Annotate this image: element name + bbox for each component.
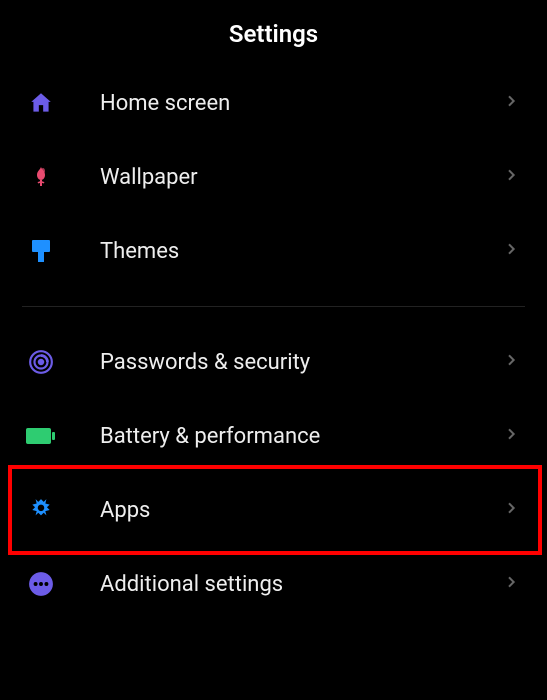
chevron-right-icon [503, 574, 519, 594]
settings-item-passwords-security[interactable]: Passwords & security [0, 325, 547, 399]
settings-list: Home screen Wallpaper [0, 66, 547, 621]
settings-item-additional-settings[interactable]: Additional settings [0, 547, 547, 621]
settings-item-label: Apps [100, 498, 503, 523]
chevron-right-icon [503, 426, 519, 446]
settings-item-apps[interactable]: Apps [0, 473, 547, 547]
page-header: Settings [0, 0, 547, 66]
divider [22, 306, 525, 307]
apps-icon [26, 495, 56, 525]
settings-item-label: Home screen [100, 91, 503, 116]
home-icon [26, 88, 56, 118]
passwords-icon [26, 347, 56, 377]
settings-item-home-screen[interactable]: Home screen [0, 66, 547, 140]
settings-item-themes[interactable]: Themes [0, 214, 547, 288]
settings-item-label: Themes [100, 239, 503, 264]
chevron-right-icon [503, 241, 519, 261]
battery-icon [26, 421, 56, 451]
settings-item-label: Passwords & security [100, 350, 503, 375]
chevron-right-icon [503, 93, 519, 113]
page-title: Settings [0, 20, 547, 48]
settings-item-wallpaper[interactable]: Wallpaper [0, 140, 547, 214]
settings-item-label: Wallpaper [100, 165, 503, 190]
chevron-right-icon [503, 167, 519, 187]
chevron-right-icon [503, 500, 519, 520]
wallpaper-icon [26, 162, 56, 192]
settings-item-label: Additional settings [100, 572, 503, 597]
chevron-right-icon [503, 352, 519, 372]
settings-item-label: Battery & performance [100, 424, 503, 449]
themes-icon [26, 236, 56, 266]
settings-item-battery-performance[interactable]: Battery & performance [0, 399, 547, 473]
additional-icon [26, 569, 56, 599]
